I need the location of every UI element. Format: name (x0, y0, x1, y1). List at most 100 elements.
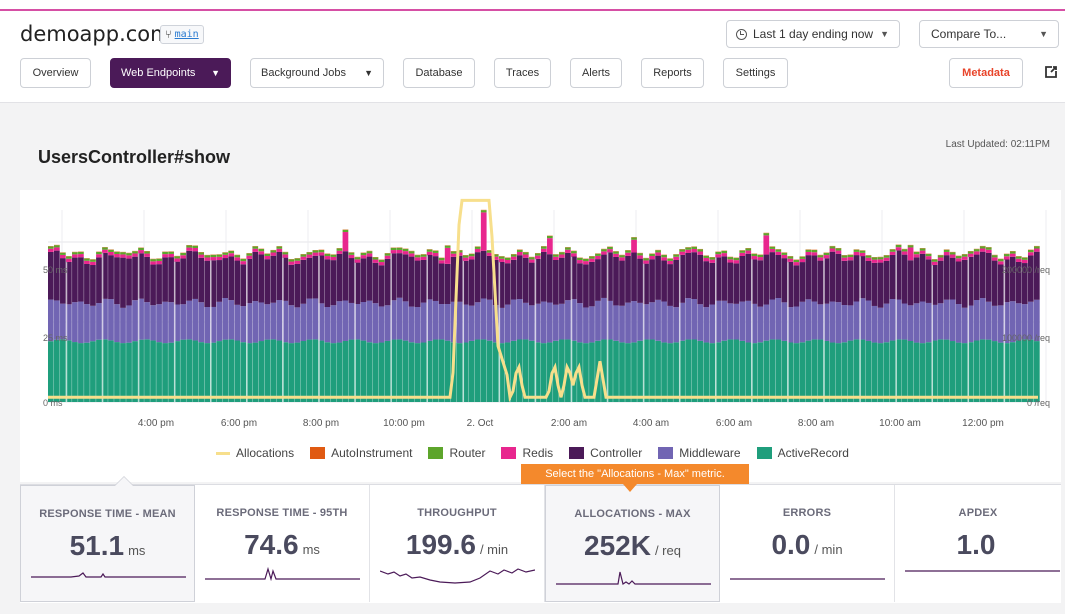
nav-traces[interactable]: Traces (494, 58, 551, 88)
metric-response-time-95th[interactable]: RESPONSE TIME - 95TH 74.6 ms (195, 485, 370, 602)
bar-segment-activerecord (228, 339, 235, 402)
bar-segment-middleware (456, 301, 463, 344)
nav-database[interactable]: Database (403, 58, 475, 88)
bar-segment-activerecord (60, 339, 66, 402)
bar-segment-router (781, 252, 788, 255)
metric-allocations-max[interactable]: ALLOCATIONS - MAX 252K / req (545, 485, 720, 602)
bar-segment-activerecord (865, 340, 872, 402)
metric-apdex[interactable]: APDEX 1.0 (895, 485, 1061, 602)
bar-segment-redis (961, 256, 968, 260)
bar-segment-middleware (378, 306, 385, 343)
bar-segment-controller (108, 255, 114, 300)
bar-segment-redis (631, 239, 637, 253)
bar-segment-redis (1033, 248, 1040, 252)
app-title[interactable]: demoapp.com (20, 22, 171, 46)
bar-gap (318, 255, 320, 402)
bar-segment-activerecord (378, 342, 385, 402)
bar-segment-activerecord (883, 342, 890, 402)
external-link-icon[interactable] (1043, 64, 1059, 80)
metric-value: 0.0/ min (720, 529, 894, 561)
bar-segment-controller (228, 256, 235, 301)
bar-segment-controller (270, 255, 277, 303)
metric-errors[interactable]: ERRORS 0.0/ min (720, 485, 895, 602)
bar-segment-middleware (312, 298, 319, 340)
nav-overview[interactable]: Overview (20, 58, 91, 88)
bar-segment-router (192, 245, 198, 248)
bar-segment-router (306, 252, 313, 255)
bar-segment-controller (553, 260, 559, 305)
bar-segment-activerecord (132, 341, 138, 402)
bar-segment-activerecord (1027, 339, 1034, 402)
bar-gap (174, 261, 176, 403)
nav-web-endpoints[interactable]: Web Endpoints ▼ (110, 58, 231, 88)
bar-segment-controller (204, 260, 211, 308)
bar-segment-controller (1009, 256, 1016, 302)
bar-segment-middleware (234, 304, 241, 341)
bar-segment-middleware (769, 299, 776, 340)
metric-throughput[interactable]: THROUGHPUT 199.6/ min (370, 485, 545, 602)
legend-item-middleware[interactable]: Middleware (658, 446, 741, 460)
bar-segment-router (763, 233, 770, 236)
bar-segment-controller (835, 253, 842, 303)
bar-segment-router (348, 252, 355, 255)
bar-segment-redis (396, 249, 403, 254)
nav-alerts[interactable]: Alerts (570, 58, 622, 88)
bar-segment-middleware (691, 299, 698, 340)
metadata-button[interactable]: Metadata (949, 58, 1023, 88)
nav-reports[interactable]: Reports (641, 58, 704, 88)
bar-segment-controller (330, 260, 337, 306)
time-range-dropdown[interactable]: Last 1 day ending now ▼ (726, 20, 900, 48)
bar-segment-redis (931, 261, 938, 265)
legend-item-allocations[interactable]: Allocations (216, 446, 294, 460)
bar-segment-redis (751, 256, 758, 260)
legend-item-activerecord[interactable]: ActiveRecord (756, 446, 849, 460)
bar-segment-middleware (228, 300, 235, 340)
bar-gap (715, 257, 717, 403)
bar-segment-middleware (667, 305, 673, 344)
bar-segment-activerecord (841, 342, 848, 402)
bar-segment-router (691, 246, 698, 249)
compare-dropdown[interactable]: Compare To... ▼ (919, 20, 1059, 48)
nav-background-jobs[interactable]: Background Jobs ▼ (250, 58, 384, 88)
bar-segment-router (631, 237, 637, 240)
bar-segment-redis (408, 253, 415, 257)
bar-segment-controller (132, 256, 138, 301)
x-tick-label: 12:00 pm (962, 418, 1004, 429)
bar-segment-router (709, 257, 716, 260)
bar-segment-controller (120, 257, 126, 308)
bar-segment-activerecord (528, 340, 535, 402)
bar-segment-activerecord (300, 341, 307, 402)
bar-segment-redis (1027, 252, 1034, 256)
bar-gap (679, 255, 681, 403)
bar-segment-middleware (156, 304, 162, 343)
bar-segment-redis (216, 256, 223, 261)
bar-segment-router (480, 210, 487, 213)
bar-segment-middleware (577, 303, 583, 343)
bar-segment-middleware (114, 304, 120, 343)
bar-segment-activerecord (312, 339, 319, 402)
timeseries-chart[interactable]: 50 ms 25 ms 0 ms 200000 /req 100000 /req… (20, 190, 1061, 430)
bar-segment-redis (763, 235, 770, 255)
bar-gap (426, 255, 428, 402)
bar-segment-activerecord (456, 343, 463, 402)
bar-segment-controller (198, 257, 205, 303)
bar-segment-router (240, 258, 247, 262)
bar-segment-controller (661, 260, 667, 302)
nav-settings[interactable]: Settings (723, 58, 788, 88)
legend-item-router[interactable]: Router (428, 446, 485, 460)
branch-badge[interactable]: ⑂ main (160, 25, 204, 44)
bar-segment-activerecord (186, 339, 192, 402)
bar-segment-activerecord (925, 342, 932, 402)
legend-item-controller[interactable]: Controller (569, 446, 642, 460)
legend-item-redis[interactable]: Redis (501, 446, 553, 460)
bar-segment-activerecord (661, 342, 667, 402)
sparkline (730, 578, 885, 580)
branch-name[interactable]: main (175, 29, 199, 40)
bar-segment-redis (811, 252, 818, 256)
bar-segment-controller (48, 251, 54, 300)
metric-response-time-mean[interactable]: RESPONSE TIME - MEAN 51.1 ms (20, 476, 195, 602)
bar-segment-router (685, 247, 691, 250)
bar-segment-middleware (480, 298, 487, 340)
legend-item-autoinstrument[interactable]: AutoInstrument (310, 446, 412, 460)
bar-segment-router (625, 250, 631, 253)
